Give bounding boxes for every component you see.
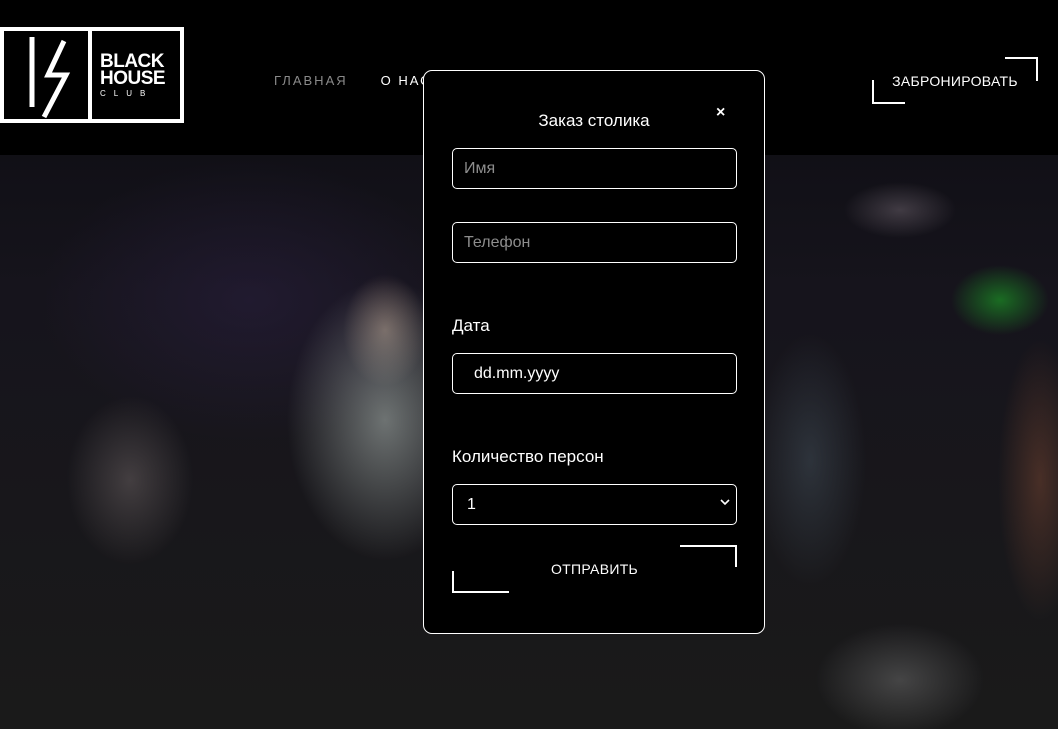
- logo[interactable]: BLACK HOUSE CLUB: [0, 27, 184, 123]
- submit-label: ОТПРАВИТЬ: [550, 561, 639, 577]
- submit-button[interactable]: ОТПРАВИТЬ: [452, 545, 737, 593]
- phone-input[interactable]: [452, 222, 737, 263]
- corner-decoration-icon: [452, 571, 509, 593]
- close-icon[interactable]: ×: [716, 104, 725, 122]
- persons-value: 1: [467, 495, 476, 513]
- corner-decoration-icon: [872, 80, 905, 104]
- date-value: dd.mm.yyyy: [474, 364, 560, 382]
- reservation-modal: Заказ столика × Дата dd.mm.yyyy Количест…: [423, 70, 765, 634]
- chevron-down-icon: [720, 497, 730, 509]
- main-nav: ГЛАВНАЯ О НАС: [274, 73, 432, 88]
- nav-item-home[interactable]: ГЛАВНАЯ: [274, 73, 348, 88]
- modal-title: Заказ столика: [538, 111, 650, 130]
- persons-select[interactable]: 1: [452, 484, 737, 525]
- book-table-button[interactable]: ЗАБРОНИРОВАТЬ: [872, 57, 1038, 104]
- corner-decoration-icon: [680, 545, 737, 567]
- persons-label: Количество персон: [452, 447, 604, 466]
- date-input[interactable]: dd.mm.yyyy: [452, 353, 737, 394]
- logo-line-house: HOUSE: [100, 67, 166, 89]
- date-label: Дата: [452, 316, 490, 335]
- book-table-label: ЗАБРОНИРОВАТЬ: [892, 72, 1018, 89]
- logo-wordmark: BLACK HOUSE CLUB: [92, 31, 180, 119]
- name-input[interactable]: [452, 148, 737, 189]
- corner-decoration-icon: [1005, 57, 1038, 81]
- logo-line-black: BLACK: [100, 50, 165, 72]
- logo-mark-icon: [4, 31, 92, 119]
- logo-line-club: CLUB: [100, 88, 154, 98]
